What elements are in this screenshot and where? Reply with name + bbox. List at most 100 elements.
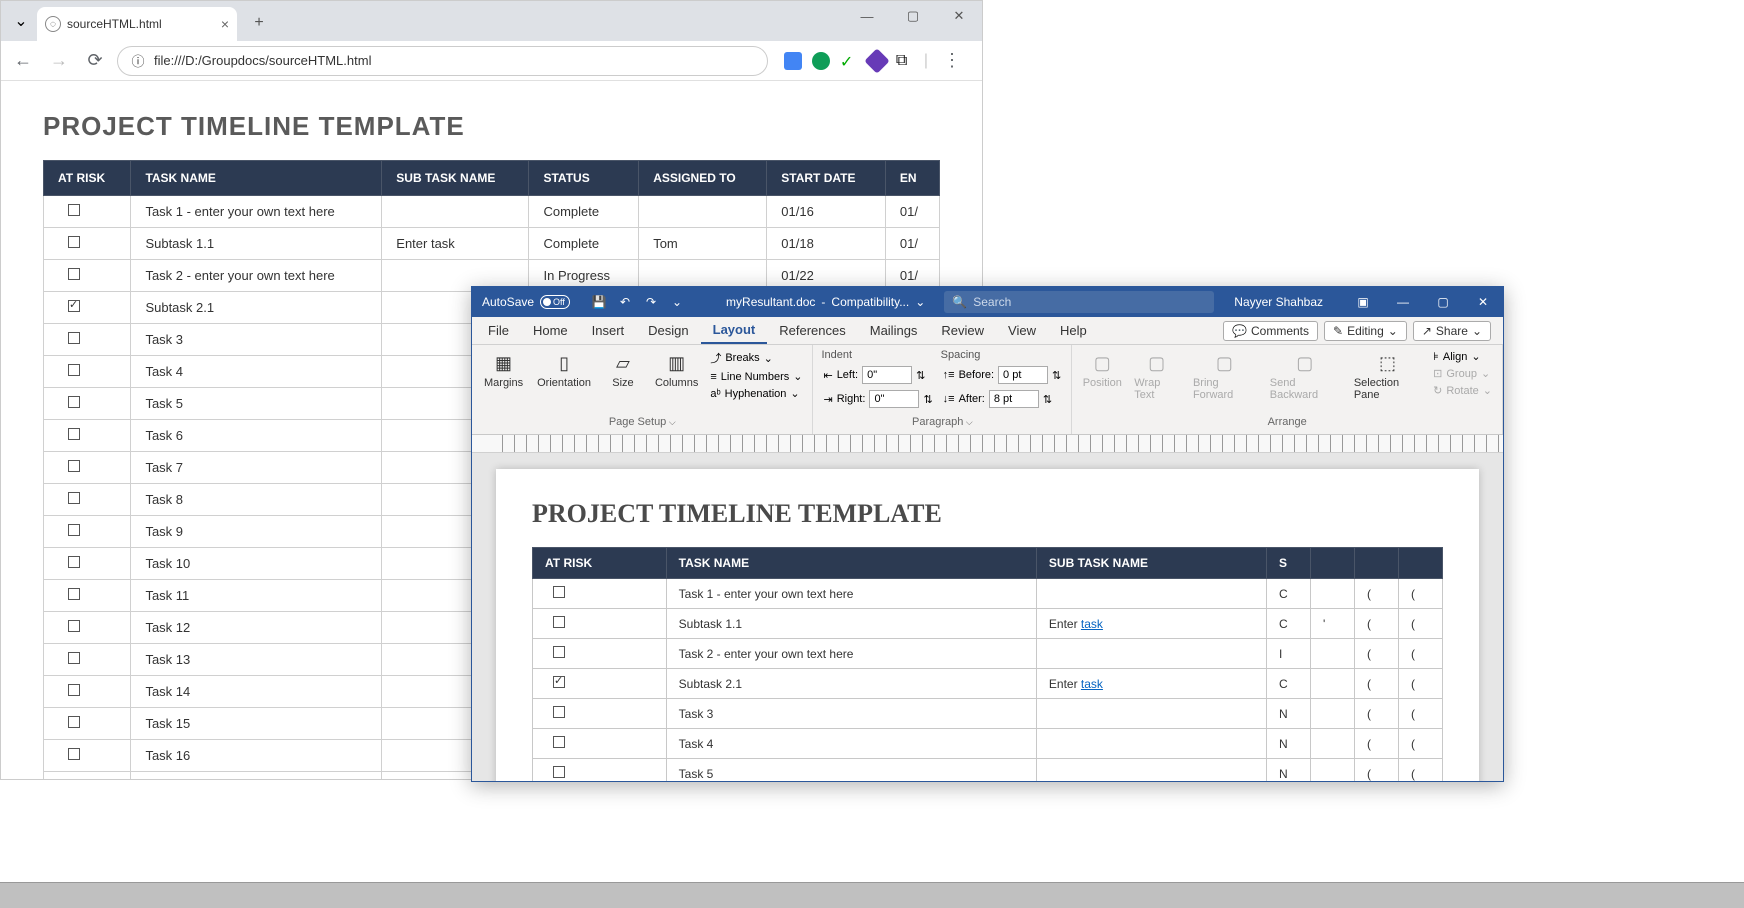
comments-button[interactable]: 💬 Comments: [1223, 321, 1318, 341]
margins-button[interactable]: ▦Margins: [480, 349, 527, 391]
checkbox[interactable]: [553, 736, 565, 748]
task-cell: Task 8: [131, 484, 382, 516]
forward-button[interactable]: →: [45, 47, 73, 75]
checkbox[interactable]: [68, 652, 80, 664]
editing-button[interactable]: ✎ Editing ⌄: [1324, 321, 1407, 341]
checkbox[interactable]: [553, 586, 565, 598]
indent-right[interactable]: ⇥ Right: ⇅: [821, 389, 934, 409]
tab-references[interactable]: References: [767, 317, 857, 344]
column-header: START DATE: [767, 161, 886, 196]
orientation-button[interactable]: ▯Orientation: [533, 349, 595, 391]
checkbox[interactable]: [68, 236, 80, 248]
redo-icon[interactable]: ↷: [640, 291, 662, 313]
user-name[interactable]: Nayyer Shahbaz: [1214, 295, 1343, 309]
checkbox[interactable]: [68, 684, 80, 696]
checkbox[interactable]: [68, 556, 80, 568]
page-title: PROJECT TIMELINE TEMPLATE: [43, 111, 940, 142]
cell: (: [1355, 759, 1399, 782]
checkbox[interactable]: [68, 748, 80, 760]
subtask-cell: [1036, 639, 1266, 669]
extension-icon[interactable]: [812, 52, 830, 70]
autosave-toggle[interactable]: AutoSave Off: [472, 295, 580, 309]
align-button[interactable]: ⊧ Align ⌄: [1431, 349, 1494, 364]
checkbox[interactable]: [68, 460, 80, 472]
rotate-button: ↻ Rotate ⌄: [1431, 383, 1494, 398]
task-cell: Task 12: [131, 612, 382, 644]
line-numbers-button[interactable]: ≡ Line Numbers ⌄: [708, 369, 804, 384]
task-cell: Task 1 - enter your own text here: [131, 196, 382, 228]
window-controls: — ▢ ✕: [844, 1, 982, 31]
customize-icon[interactable]: ⌄: [666, 291, 688, 313]
address-bar[interactable]: ⓘ file:///D:/Groupdocs/sourceHTML.html: [117, 46, 768, 76]
close-icon[interactable]: ×: [221, 16, 229, 32]
spacing-after[interactable]: ↓≡ After: ⇅: [941, 389, 1064, 409]
browser-toolbar: ← → ⟳ ⓘ file:///D:/Groupdocs/sourceHTML.…: [1, 41, 982, 81]
search-box[interactable]: 🔍 Search: [944, 291, 1214, 313]
tab-layout[interactable]: Layout: [701, 317, 768, 344]
tab-mailings[interactable]: Mailings: [858, 317, 930, 344]
breaks-button[interactable]: ⤴ Breaks ⌄: [708, 349, 804, 367]
spacing-before[interactable]: ↑≡ Before: ⇅: [941, 365, 1064, 385]
undo-icon[interactable]: ↶: [614, 291, 636, 313]
ruler[interactable]: [472, 435, 1503, 453]
share-button[interactable]: ↗ Share ⌄: [1413, 321, 1491, 341]
minimize-button[interactable]: —: [844, 1, 890, 31]
tab-review[interactable]: Review: [929, 317, 996, 344]
cell: (: [1355, 609, 1399, 639]
checkbox[interactable]: [68, 492, 80, 504]
chevron-down-icon[interactable]: ⌄: [915, 295, 925, 309]
reload-button[interactable]: ⟳: [81, 47, 109, 75]
checkbox[interactable]: [68, 716, 80, 728]
size-button[interactable]: ▱Size: [601, 349, 645, 391]
tab-search-icon[interactable]: ⌄: [9, 9, 33, 33]
checkbox[interactable]: [68, 620, 80, 632]
hyphenation-button[interactable]: aᵇ Hyphenation ⌄: [708, 386, 804, 401]
document-area[interactable]: PROJECT TIMELINE TEMPLATE AT RISKTASK NA…: [472, 453, 1503, 781]
new-tab-button[interactable]: +: [245, 9, 273, 37]
maximize-button[interactable]: ▢: [890, 1, 936, 31]
tab-design[interactable]: Design: [636, 317, 700, 344]
close-button[interactable]: ✕: [936, 1, 982, 31]
extension-icon[interactable]: [784, 52, 802, 70]
menu-icon[interactable]: ⋮: [938, 47, 966, 75]
browser-tab[interactable]: ◌ sourceHTML.html ×: [37, 7, 237, 41]
indent-left[interactable]: ⇤ Left: ⇅: [821, 365, 934, 385]
checkbox[interactable]: [553, 766, 565, 778]
checkbox[interactable]: [68, 396, 80, 408]
selection-pane-button[interactable]: ⬚Selection Pane: [1350, 349, 1425, 403]
extension-icon[interactable]: [864, 48, 889, 73]
cell: (: [1399, 759, 1443, 782]
checkbox[interactable]: [68, 204, 80, 216]
columns-button[interactable]: ▥Columns: [651, 349, 702, 391]
subtask-cell: Enter task: [1036, 609, 1266, 639]
browser-titlebar: ⌄ ◌ sourceHTML.html × + — ▢ ✕: [1, 1, 982, 41]
checkbox[interactable]: [553, 706, 565, 718]
checkbox[interactable]: [68, 524, 80, 536]
tab-help[interactable]: Help: [1048, 317, 1099, 344]
close-button[interactable]: ✕: [1463, 287, 1503, 317]
checkbox[interactable]: [553, 616, 565, 628]
table-row: Task 1 - enter your own text here Comple…: [44, 196, 940, 228]
checkbox[interactable]: [68, 588, 80, 600]
extension-icon[interactable]: ✓: [840, 52, 858, 70]
checkbox[interactable]: [68, 300, 80, 312]
ribbon-display-icon[interactable]: ▣: [1343, 287, 1383, 317]
extensions-icon[interactable]: ⧉: [896, 52, 914, 70]
minimize-button[interactable]: —: [1383, 287, 1423, 317]
maximize-button[interactable]: ▢: [1423, 287, 1463, 317]
checkbox[interactable]: [68, 332, 80, 344]
tab-file[interactable]: File: [476, 317, 521, 344]
save-icon[interactable]: 💾: [588, 291, 610, 313]
checkbox[interactable]: [68, 268, 80, 280]
table-row: Task 4 N ( (: [533, 729, 1443, 759]
checkbox[interactable]: [68, 364, 80, 376]
tab-home[interactable]: Home: [521, 317, 580, 344]
checkbox[interactable]: [553, 646, 565, 658]
checkbox[interactable]: [68, 428, 80, 440]
tab-view[interactable]: View: [996, 317, 1048, 344]
column-header: STATUS: [529, 161, 639, 196]
tab-insert[interactable]: Insert: [580, 317, 637, 344]
column-header: SUB TASK NAME: [382, 161, 529, 196]
back-button[interactable]: ←: [9, 47, 37, 75]
checkbox[interactable]: [553, 676, 565, 688]
